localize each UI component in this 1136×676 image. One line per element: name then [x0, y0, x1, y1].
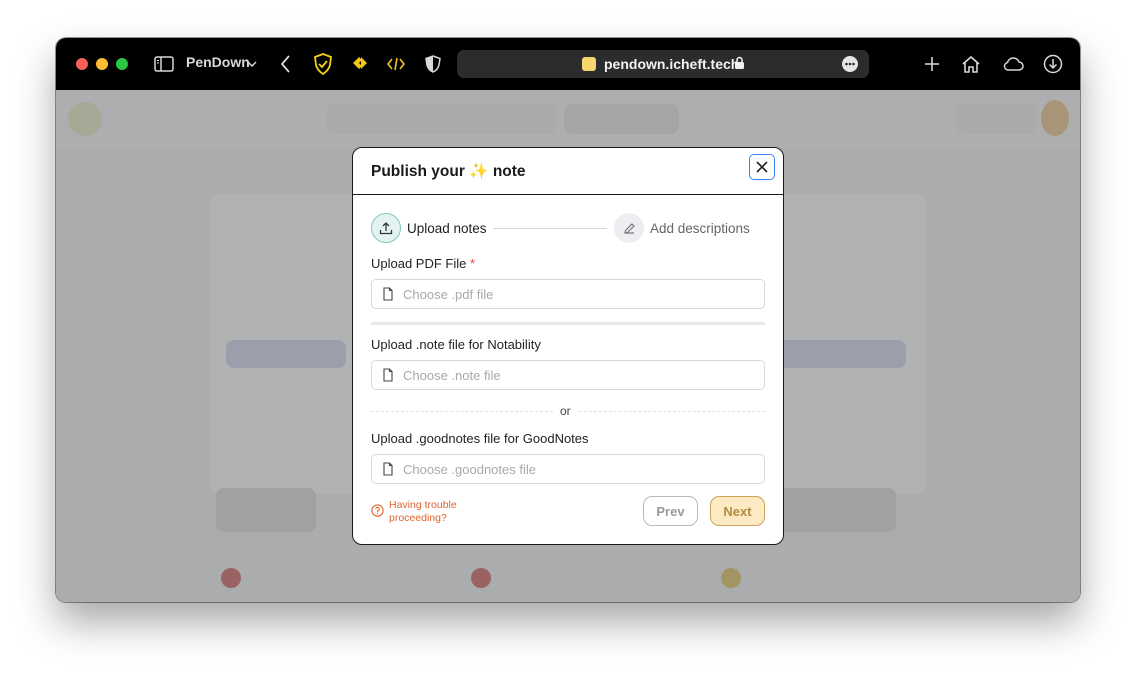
- section-divider: [371, 322, 765, 325]
- privacy-shield-icon[interactable]: [421, 52, 445, 76]
- address-bar[interactable]: pendown.icheft.tech: [457, 50, 869, 78]
- help-text-line2: proceeding?: [389, 512, 447, 524]
- step-label-descriptions: Add descriptions: [650, 221, 750, 236]
- step-add-descriptions[interactable]: [614, 213, 644, 243]
- back-icon[interactable]: [274, 52, 298, 76]
- maximize-window-button[interactable]: [116, 58, 128, 70]
- modal-title: Publish your ✨ note: [371, 162, 526, 181]
- step-indicator: Upload notes Add descriptions: [371, 213, 767, 245]
- more-icon[interactable]: [842, 56, 858, 72]
- pdf-placeholder: Choose .pdf file: [403, 287, 494, 302]
- pdf-label: Upload PDF File *: [371, 256, 475, 271]
- file-icon: [383, 368, 393, 382]
- note-file-input[interactable]: Choose .note file: [371, 360, 765, 390]
- goodnotes-label: Upload .goodnotes file for GoodNotes: [371, 431, 589, 446]
- close-button[interactable]: [749, 154, 775, 180]
- extension-icon[interactable]: [348, 52, 372, 76]
- browser-toolbar: PenDown pendown.icheft.tech: [56, 38, 1080, 90]
- note-placeholder: Choose .note file: [403, 368, 501, 383]
- prev-button[interactable]: Prev: [643, 496, 698, 526]
- next-button[interactable]: Next: [710, 496, 765, 526]
- cloud-icon[interactable]: [1001, 52, 1025, 76]
- file-icon: [383, 462, 393, 476]
- profile-name[interactable]: PenDown: [186, 54, 250, 70]
- pencil-icon: [623, 222, 635, 234]
- sparkles-icon: ✨: [469, 163, 489, 180]
- home-icon[interactable]: [959, 52, 983, 76]
- question-circle-icon: [371, 504, 384, 517]
- shield-check-icon[interactable]: [311, 52, 335, 76]
- step-connector: [493, 228, 607, 229]
- sidebar-icon[interactable]: [152, 52, 176, 76]
- required-mark: *: [470, 256, 476, 271]
- favicon-icon: [582, 57, 596, 71]
- file-icon: [383, 287, 393, 301]
- step-label-upload: Upload notes: [407, 221, 487, 236]
- chevron-down-icon[interactable]: [246, 52, 258, 76]
- upload-icon: [379, 222, 393, 235]
- download-icon[interactable]: [1041, 52, 1065, 76]
- plus-icon[interactable]: [920, 52, 944, 76]
- lock-icon: [734, 56, 745, 75]
- publish-note-modal: Publish your ✨ note Upload notes Add des…: [352, 147, 784, 545]
- title-prefix: Publish your: [371, 163, 465, 180]
- code-icon[interactable]: [384, 52, 408, 76]
- or-separator: or: [371, 404, 765, 418]
- note-label: Upload .note file for Notability: [371, 337, 541, 352]
- pdf-file-input[interactable]: Choose .pdf file: [371, 279, 765, 309]
- url-text: pendown.icheft.tech: [604, 56, 740, 72]
- title-suffix: note: [492, 163, 526, 180]
- goodnotes-placeholder: Choose .goodnotes file: [403, 462, 536, 477]
- minimize-window-button[interactable]: [96, 58, 108, 70]
- pdf-label-text: Upload PDF File: [371, 256, 467, 271]
- or-text: or: [560, 404, 571, 418]
- step-upload-notes[interactable]: [371, 213, 401, 243]
- modal-header: Publish your ✨ note: [353, 148, 783, 195]
- close-window-button[interactable]: [76, 58, 88, 70]
- help-text-line1: Having trouble: [389, 499, 457, 511]
- goodnotes-file-input[interactable]: Choose .goodnotes file: [371, 454, 765, 484]
- close-icon: [756, 161, 768, 173]
